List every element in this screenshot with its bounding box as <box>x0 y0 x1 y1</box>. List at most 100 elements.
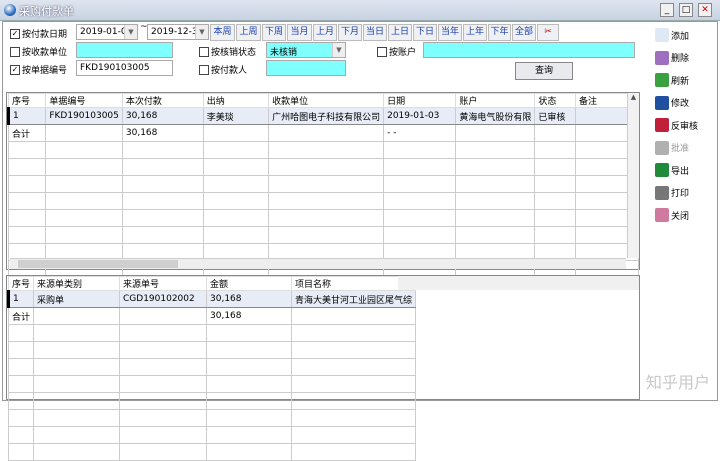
table-cell[interactable]: 采购单 <box>33 290 121 308</box>
quick-date-button[interactable]: 上年 <box>463 24 487 41</box>
total-cell <box>534 124 577 142</box>
table-cell[interactable]: 已审核 <box>534 107 577 125</box>
clear-icon[interactable]: ✂ <box>537 24 559 41</box>
empty-row <box>7 141 639 159</box>
header-row: 序号 单据编号 本次付款 出纳 收款单位 日期 账户 状态 备注 <box>7 93 639 108</box>
sidebar-edit-button[interactable]: 修改 <box>655 95 689 110</box>
date-to-picker[interactable]: 2019-12-31 ▼ <box>147 24 209 40</box>
column-header[interactable]: 来源单号 <box>119 276 208 291</box>
quick-date-button[interactable]: 上日 <box>388 24 412 41</box>
header-row: 序号 来源单类别 来源单号 金额 项目名称 <box>7 276 417 291</box>
watermark: 知乎用户 <box>645 373 710 392</box>
sidebar-approve-button[interactable]: 批准 <box>655 140 689 155</box>
column-header[interactable]: 日期 <box>383 93 457 108</box>
empty-row <box>7 409 417 427</box>
date-filter-checkbox[interactable]: ✓ 按付款日期 <box>10 27 67 40</box>
table-cell[interactable]: 2019-01-03 <box>383 107 457 125</box>
maximize-button[interactable]: □ <box>679 3 693 17</box>
table-cell[interactable]: 李美琰 <box>202 107 270 125</box>
sidebar-unapprove-button[interactable]: 反审核 <box>655 118 698 132</box>
edit-icon <box>655 95 669 110</box>
table-cell[interactable]: FKD190103005 <box>45 107 123 125</box>
quick-date-button[interactable]: 当年 <box>438 24 462 41</box>
account-filter-checkbox[interactable]: 按账户 <box>377 45 416 58</box>
total-cell <box>268 124 385 142</box>
sidebar-delete-button[interactable]: 删除 <box>655 50 689 65</box>
total-cell: 合计 <box>7 124 47 142</box>
sidebar-excel-button[interactable]: 导出 <box>655 163 689 177</box>
quick-date-button[interactable]: 上月 <box>313 24 337 41</box>
verify-status-select[interactable]: 未核销 ▼ <box>266 42 346 58</box>
column-header[interactable]: 状态 <box>534 93 577 108</box>
column-header[interactable]: 序号 <box>7 93 47 108</box>
quick-date-button[interactable]: 下年 <box>488 24 511 41</box>
payee-input[interactable] <box>76 42 173 58</box>
delete-icon <box>655 50 669 65</box>
refresh-icon <box>655 73 669 87</box>
docno-input[interactable]: FKD190103005 <box>76 60 173 76</box>
table-cell[interactable]: 30,168 <box>206 290 293 308</box>
empty-row <box>7 392 417 410</box>
payer-input[interactable] <box>266 60 346 76</box>
table-cell[interactable]: CGD190102002 <box>119 290 208 308</box>
date-from-picker[interactable]: 2019-01-01 ▼ <box>76 24 138 40</box>
column-header[interactable]: 来源单类别 <box>33 276 121 291</box>
table-cell[interactable]: 广州哈图电子科技有限公司 <box>268 107 385 125</box>
quick-date-button[interactable]: 下周 <box>262 24 286 41</box>
table-cell[interactable]: 青海大美甘河工业园区尾气综 <box>291 290 417 308</box>
column-header[interactable]: 项目名称 <box>291 276 417 291</box>
verify-filter-checkbox[interactable]: 按核销状态 <box>199 45 256 58</box>
sidebar-refresh-button[interactable]: 刷新 <box>655 73 689 87</box>
unapprove-icon <box>655 118 669 132</box>
column-header[interactable]: 出纳 <box>202 93 270 108</box>
close-button[interactable]: ✕ <box>698 3 712 17</box>
quick-date-button[interactable]: 下日 <box>413 24 437 41</box>
payment-grid: 序号 单据编号 本次付款 出纳 收款单位 日期 账户 状态 备注 1 FKD190103005 30,… <box>6 92 640 278</box>
column-header[interactable]: 账户 <box>455 93 536 108</box>
sidebar-printer-button[interactable]: 打印 <box>655 185 689 200</box>
minimize-button[interactable]: _ <box>660 3 674 17</box>
column-header[interactable]: 本次付款 <box>121 93 204 108</box>
payee-filter-checkbox[interactable]: 按收款单位 <box>10 45 67 58</box>
query-button[interactable]: 查询 <box>515 62 573 80</box>
vertical-scrollbar[interactable]: ▲ <box>627 93 639 258</box>
account-input[interactable] <box>423 42 635 58</box>
empty-row <box>7 443 417 461</box>
column-header[interactable]: 金额 <box>206 276 293 291</box>
empty-row <box>7 358 417 376</box>
empty-row <box>7 375 417 393</box>
title-bar: 采购付款单 _ □ ✕ <box>0 0 720 21</box>
excel-icon <box>655 163 669 177</box>
quick-date-button[interactable]: 当月 <box>287 24 312 41</box>
total-cell <box>119 307 208 325</box>
table-row[interactable]: 1 采购单 CGD190102002 30,168 青海大美甘河工业园区尾气综 <box>6 290 417 308</box>
table-cell[interactable]: 黄海电气股份有限 <box>455 107 536 125</box>
quick-date-button[interactable]: 下月 <box>338 24 362 41</box>
empty-row <box>7 226 639 244</box>
sidebar-document-button[interactable]: 添加 <box>655 28 689 42</box>
quick-date-button[interactable]: 当日 <box>363 24 387 41</box>
table-cell[interactable]: 1 <box>6 290 35 308</box>
scrollbar-thumb[interactable] <box>18 260 178 268</box>
column-header[interactable]: 收款单位 <box>268 93 385 108</box>
column-header[interactable]: 单据编号 <box>45 93 123 108</box>
total-cell <box>455 124 536 142</box>
payer-filter-checkbox[interactable]: 按付款人 <box>199 63 247 76</box>
table-row[interactable]: 1 FKD190103005 30,168 李美琰 广州哈图电子科技有限公司 2019-0… <box>6 107 639 125</box>
total-cell <box>45 124 123 142</box>
horizontal-scrollbar[interactable] <box>10 258 626 269</box>
date-filter-label: 按付款日期 <box>22 30 68 40</box>
quick-date-button[interactable]: 上周 <box>236 24 261 41</box>
table-cell[interactable]: 1 <box>6 107 47 125</box>
total-cell: 30,168 <box>121 124 204 142</box>
total-cell <box>291 307 417 325</box>
sidebar-exit-button[interactable]: 关闭 <box>655 208 689 222</box>
quick-date-button[interactable]: 本周 <box>210 24 235 41</box>
quick-date-button[interactable]: 全部 <box>512 24 536 41</box>
chevron-down-icon: ▼ <box>124 25 137 39</box>
table-cell[interactable]: 30,168 <box>121 107 204 125</box>
document-icon <box>655 28 669 42</box>
docno-filter-checkbox[interactable]: ✓ 按单据编号 <box>10 63 67 76</box>
approve-icon <box>655 140 669 155</box>
column-header[interactable]: 序号 <box>7 276 35 291</box>
